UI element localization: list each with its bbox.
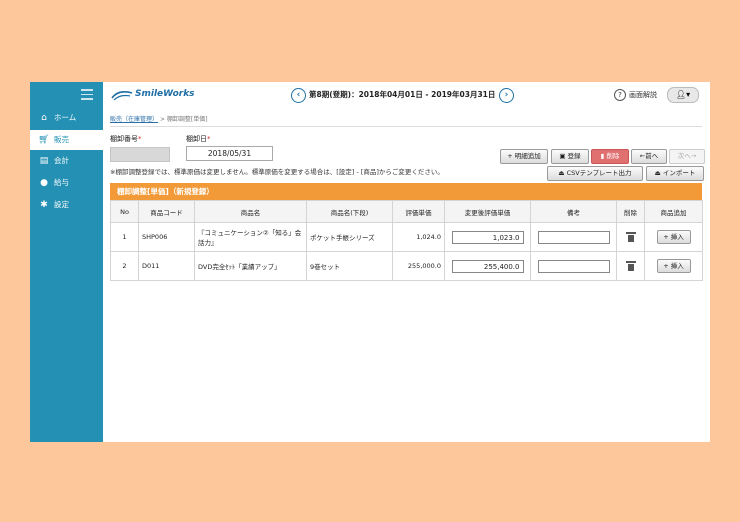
logo-mark-icon <box>111 91 133 101</box>
note-cell <box>530 251 617 281</box>
row-number: 2 <box>110 251 139 281</box>
csv-template-button[interactable]: ⏏ CSVテンプレート出力 <box>547 166 643 181</box>
detail-table: No 商品コード 商品名 商品名(下段) 評価単価 変更後評価単価 備考 削除 … <box>110 200 703 281</box>
column-header: 商品名(下段) <box>306 200 393 223</box>
note-cell <box>530 222 617 252</box>
inventory-number-field <box>110 147 170 162</box>
import-button[interactable]: ⏏ インポート <box>646 166 704 181</box>
main-content: SmileWorks ‹ 第8期(登期)：2018年04月01日 - 2019年… <box>103 82 710 442</box>
required-mark: * <box>207 135 211 143</box>
product-name: DVD完全ｾｯﾄ「業績アップ」 <box>194 251 307 281</box>
download-icon: ⏏ <box>558 169 567 177</box>
valuation-price: 1,024.0 <box>392 222 445 252</box>
sidebar-item-accounting[interactable]: ▤ 会計 <box>30 151 103 171</box>
note-input[interactable] <box>537 259 610 273</box>
new-price-input[interactable]: 255,400.0 <box>451 259 524 273</box>
new-price-input[interactable]: 1,023.0 <box>451 230 524 244</box>
sidebar: ⌂ ホーム 🛒︎ 販売 ▤ 会計 ● 給与 ✱ 設定 <box>30 82 103 442</box>
column-header: No <box>110 200 139 223</box>
product-code: D011 <box>138 251 195 281</box>
prev-period-button[interactable]: ‹ <box>291 88 306 103</box>
next-period-button[interactable]: › <box>499 88 514 103</box>
cart-icon: 🛒︎ <box>38 135 50 145</box>
inventory-date-label: 棚卸日* <box>186 134 211 144</box>
sidebar-item-label: 販売 <box>54 135 69 144</box>
product-code: SHP006 <box>138 222 195 252</box>
trash-icon[interactable] <box>625 231 636 242</box>
csv-template-label: CSVテンプレート出力 <box>566 169 632 177</box>
delete-label: 削除 <box>606 152 620 160</box>
add-detail-button[interactable]: + 明細追加 <box>500 149 548 164</box>
breadcrumb-parent-link[interactable]: 販売（在庫管理） <box>110 116 158 123</box>
sidebar-item-payroll[interactable]: ● 給与 <box>30 173 103 193</box>
breadcrumb: 販売（在庫管理） > 棚卸調整[単価] <box>110 114 208 123</box>
import-label: インポート <box>662 169 696 177</box>
form-note: ※棚卸調整登録では、標準原価は変更しません。標準原価を変更する場合は、[設定] … <box>110 168 444 176</box>
sidebar-item-sales[interactable]: 🛒︎ 販売 <box>30 130 103 150</box>
new-price-cell: 255,400.0 <box>444 251 531 281</box>
save-icon: ▣ <box>559 152 568 160</box>
next-button[interactable]: 次へ→ <box>669 149 705 164</box>
ledger-icon: ▤ <box>39 156 49 166</box>
column-header: 変更後評価単価 <box>444 200 531 223</box>
column-header: 備考 <box>530 200 617 223</box>
sidebar-item-label: ホーム <box>54 113 77 122</box>
table-row: 1 SHP006 『コミュニケーション②「知る」会話力』 ポケット手帳シリーズ … <box>110 222 703 252</box>
hamburger-icon[interactable] <box>81 89 93 103</box>
column-header: 商品名 <box>194 200 307 223</box>
help-label: 画面解説 <box>629 91 657 99</box>
delete-cell <box>616 251 645 281</box>
insert-cell: + 挿入 <box>644 251 703 281</box>
insert-button[interactable]: + 挿入 <box>656 259 691 273</box>
required-mark: * <box>138 135 142 143</box>
help-link[interactable]: ? 画面解説 <box>614 89 657 101</box>
breadcrumb-separator: > <box>159 116 165 123</box>
user-icon: 👤︎▾ <box>675 90 691 99</box>
user-menu-button[interactable]: 👤︎▾ <box>667 87 699 103</box>
sidebar-item-settings[interactable]: ✱ 設定 <box>30 195 103 215</box>
table-row: 2 D011 DVD完全ｾｯﾄ「業績アップ」 9巻セット 255,000.0 2… <box>110 251 703 281</box>
header: SmileWorks ‹ 第8期(登期)：2018年04月01日 - 2019年… <box>103 82 710 108</box>
sidebar-item-label: 給与 <box>54 178 69 187</box>
inventory-date-input[interactable]: 2018/05/31 <box>186 146 273 161</box>
product-name: 『コミュニケーション②「知る」会話力』 <box>194 222 307 252</box>
valuation-price: 255,000.0 <box>392 251 445 281</box>
register-button[interactable]: ▣ 登録 <box>551 149 589 164</box>
product-subname: ポケット手帳シリーズ <box>306 222 393 252</box>
column-header: 商品コード <box>138 200 195 223</box>
section-title: 棚卸調整[単価]（新規登録） <box>110 183 702 200</box>
column-header: 削除 <box>616 200 645 223</box>
moneybag-icon: ● <box>40 178 48 188</box>
insert-cell: + 挿入 <box>644 222 703 252</box>
new-price-cell: 1,023.0 <box>444 222 531 252</box>
inventory-date-label-text: 棚卸日 <box>186 135 207 143</box>
product-subname: 9巻セット <box>306 251 393 281</box>
period-text: 第8期(登期)：2018年04月01日 - 2019年03月31日 <box>309 90 496 99</box>
note-input[interactable] <box>537 230 610 244</box>
table-header-row: No 商品コード 商品名 商品名(下段) 評価単価 変更後評価単価 備考 削除 … <box>110 200 703 223</box>
sidebar-item-label: 設定 <box>54 200 69 209</box>
inventory-number-label-text: 棚卸番号 <box>110 135 138 143</box>
upload-icon: ⏏ <box>654 169 663 177</box>
home-icon: ⌂ <box>41 113 47 123</box>
delete-cell <box>616 222 645 252</box>
column-header: 商品追加 <box>644 200 703 223</box>
delete-button[interactable]: ▮ 削除 <box>591 149 629 164</box>
logo-text: SmileWorks <box>135 89 195 99</box>
divider <box>110 126 702 127</box>
insert-button[interactable]: + 挿入 <box>656 230 691 244</box>
app-window: ⌂ ホーム 🛒︎ 販売 ▤ 会計 ● 給与 ✱ 設定 SmileWorks ‹ … <box>30 82 710 442</box>
register-label: 登録 <box>567 152 581 160</box>
sidebar-item-home[interactable]: ⌂ ホーム <box>30 108 103 128</box>
prev-button[interactable]: ←前へ <box>631 149 667 164</box>
inventory-number-label: 棚卸番号* <box>110 134 142 144</box>
column-header: 評価単価 <box>392 200 445 223</box>
row-number: 1 <box>110 222 139 252</box>
trash-icon[interactable] <box>625 260 636 271</box>
question-icon: ? <box>614 89 626 101</box>
gear-icon: ✱ <box>40 200 48 210</box>
breadcrumb-current: 棚卸調整[単価] <box>166 116 208 123</box>
sidebar-item-label: 会計 <box>54 156 69 165</box>
